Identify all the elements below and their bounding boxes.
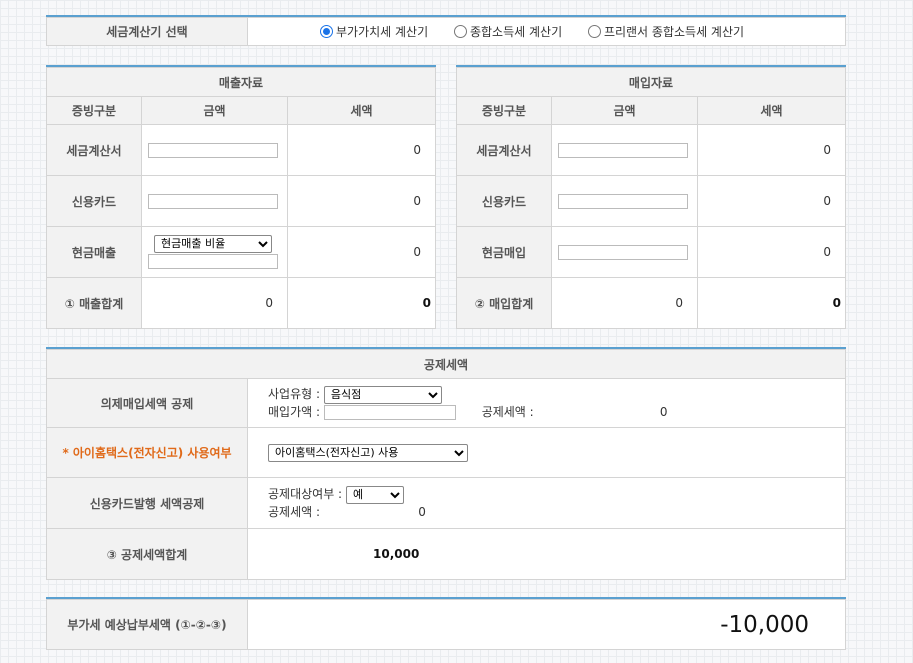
deemed-purchase-label: 의제매입세액 공제 bbox=[46, 378, 248, 428]
result-value: -10,000 bbox=[247, 599, 846, 650]
table-row: 신용카드 0 bbox=[456, 175, 846, 227]
radio-unchecked-icon[interactable] bbox=[453, 25, 467, 38]
sales-amount-cell: 현금매출 비율 bbox=[141, 226, 288, 278]
sales-cash-amount-input[interactable] bbox=[148, 254, 278, 270]
table-row: 신용카드 0 bbox=[46, 175, 436, 227]
card-issue-cell: 공제대상여부 : 예 공제세액 : 0 bbox=[247, 477, 846, 529]
sales-amount-cell bbox=[141, 175, 288, 227]
biz-type-select[interactable]: 음식점 bbox=[323, 385, 442, 404]
purchase-title: 매입자료 bbox=[456, 67, 846, 97]
radio-freelancer-income-tax[interactable]: 프리랜서 종합소득세 계산기 bbox=[587, 25, 744, 39]
purchase-value-label: 매입가액 : bbox=[268, 405, 321, 419]
sales-total-amount: 0 bbox=[141, 277, 288, 329]
purchase-amount-cell bbox=[551, 124, 698, 176]
table-row: ① 매출합계 0 0 bbox=[46, 277, 436, 329]
cash-sales-ratio-select[interactable]: 현금매출 비율 bbox=[154, 234, 272, 253]
purchase-panel: 매입자료 증빙구분 금액 세액 세금계산서 0 신용카드 0 현금매입 0 ② … bbox=[456, 65, 846, 329]
sales-total-label: ① 매출합계 bbox=[46, 277, 142, 329]
sales-row-label: 신용카드 bbox=[46, 175, 142, 227]
table-row: ② 매입합계 0 0 bbox=[456, 277, 846, 329]
purchase-tax-value: 0 bbox=[697, 124, 846, 176]
sales-col-type: 증빙구분 bbox=[46, 96, 142, 125]
purchase-amount-cell bbox=[551, 226, 698, 278]
table-row: 세금계산서 0 bbox=[46, 124, 436, 176]
purchase-total-label: ② 매입합계 bbox=[456, 277, 552, 329]
purchase-col-tax: 세액 bbox=[697, 96, 846, 125]
hometax-usage-select[interactable]: 아이홈택스(전자신고) 사용 bbox=[268, 443, 468, 462]
calculator-select-panel: 세금계산기 선택 부가가치세 계산기 종합소득세 계산기 프리랜서 종합소득세 … bbox=[46, 15, 846, 46]
purchase-tax-value: 0 bbox=[697, 175, 846, 227]
purchase-credit-card-amount-input[interactable] bbox=[558, 193, 688, 209]
sales-tax-value: 0 bbox=[287, 226, 436, 278]
deduction-total-value: 10,000 bbox=[247, 528, 846, 580]
purchase-col-type: 증빙구분 bbox=[456, 96, 552, 125]
purchase-total-tax: 0 bbox=[697, 277, 846, 329]
sales-col-amount: 금액 bbox=[141, 96, 288, 125]
table-row: 현금매입 0 bbox=[456, 226, 846, 278]
purchase-row-label: 현금매입 bbox=[456, 226, 552, 278]
sales-amount-cell bbox=[141, 124, 288, 176]
radio-unchecked-icon[interactable] bbox=[587, 25, 601, 38]
purchase-row-label: 세금계산서 bbox=[456, 124, 552, 176]
sales-credit-card-amount-input[interactable] bbox=[148, 193, 278, 209]
result-label: 부가세 예상납부세액 (①-②-③) bbox=[46, 599, 248, 650]
calculator-select-label: 세금계산기 선택 bbox=[46, 17, 248, 46]
radio-vat[interactable]: 부가가치세 계산기 bbox=[320, 25, 428, 39]
table-row: 현금매출 현금매출 비율 0 bbox=[46, 226, 436, 278]
sales-tax-value: 0 bbox=[287, 175, 436, 227]
purchase-amount-cell bbox=[551, 175, 698, 227]
sales-panel: 매출자료 증빙구분 금액 세액 세금계산서 0 신용카드 0 현금매출 현금매출… bbox=[46, 65, 436, 329]
table-row: 세금계산서 0 bbox=[456, 124, 846, 176]
purchase-value-input[interactable] bbox=[323, 405, 456, 420]
purchase-total-amount: 0 bbox=[551, 277, 698, 329]
card-deduct-value: 0 bbox=[418, 505, 426, 519]
biz-type-label: 사업유형 : bbox=[268, 387, 321, 401]
purchase-cash-amount-input[interactable] bbox=[558, 244, 688, 260]
hometax-cell: 아이홈택스(전자신고) 사용 bbox=[247, 427, 846, 478]
sales-total-tax: 0 bbox=[287, 277, 436, 329]
calculator-radio-group: 부가가치세 계산기 종합소득세 계산기 프리랜서 종합소득세 계산기 bbox=[247, 17, 846, 46]
sales-tax-invoice-amount-input[interactable] bbox=[148, 142, 278, 158]
purchase-col-amount: 금액 bbox=[551, 96, 698, 125]
purchase-tax-invoice-amount-input[interactable] bbox=[558, 142, 688, 158]
hometax-usage-label: * 아이홈택스(전자신고) 사용여부 bbox=[46, 427, 248, 478]
sales-row-label: 세금계산서 bbox=[46, 124, 142, 176]
purchase-row-label: 신용카드 bbox=[456, 175, 552, 227]
sales-col-tax: 세액 bbox=[287, 96, 436, 125]
deduct-target-label: 공제대상여부 : bbox=[268, 487, 343, 501]
sales-tax-value: 0 bbox=[287, 124, 436, 176]
card-deduct-label: 공제세액 : bbox=[268, 505, 321, 519]
radio-checked-icon[interactable] bbox=[320, 25, 333, 38]
deduction-total-label: ③ 공제세액합계 bbox=[46, 528, 248, 580]
deemed-deduct-value: 0 bbox=[659, 405, 668, 419]
deduction-panel: 공제세액 의제매입세액 공제 사업유형 : 음식점 매입가액 : 공제세액 : … bbox=[46, 347, 846, 580]
deduct-target-select[interactable]: 예 bbox=[345, 485, 404, 504]
result-panel: 부가세 예상납부세액 (①-②-③) -10,000 bbox=[46, 597, 846, 650]
deemed-purchase-cell: 사업유형 : 음식점 매입가액 : 공제세액 : 0 bbox=[247, 378, 846, 428]
sales-title: 매출자료 bbox=[46, 67, 436, 97]
radio-income-tax[interactable]: 종합소득세 계산기 bbox=[453, 25, 562, 39]
deduction-title: 공제세액 bbox=[46, 349, 846, 379]
card-issue-label: 신용카드발행 세액공제 bbox=[46, 477, 248, 529]
purchase-tax-value: 0 bbox=[697, 226, 846, 278]
deemed-deduct-label: 공제세액 : bbox=[481, 405, 534, 419]
sales-row-label: 현금매출 bbox=[46, 226, 142, 278]
